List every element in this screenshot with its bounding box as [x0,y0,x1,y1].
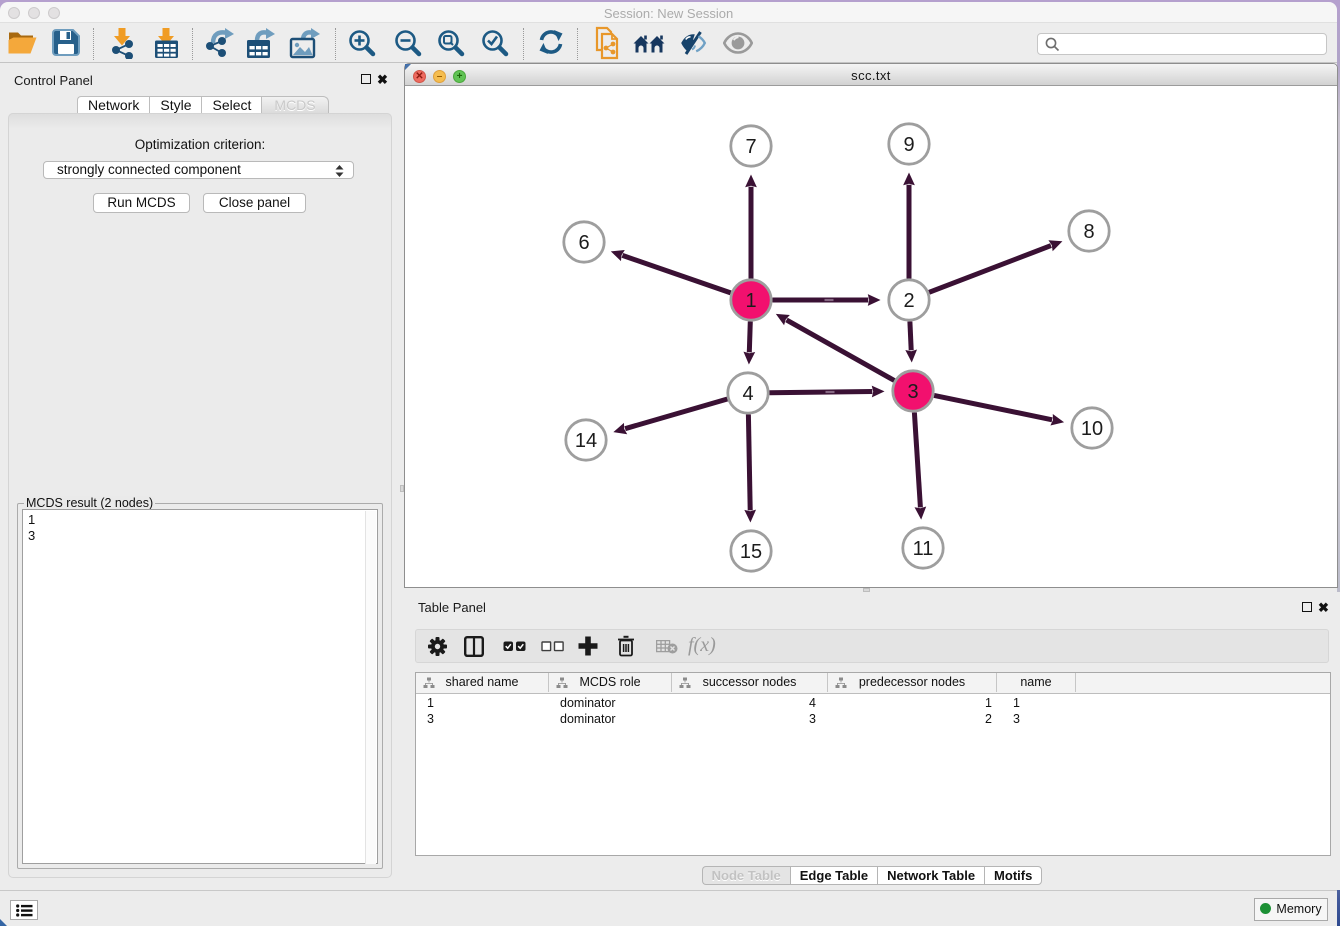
svg-text:10: 10 [1081,418,1103,440]
svg-text:3: 3 [907,381,918,403]
svg-text:15: 15 [740,541,762,563]
svg-text:14: 14 [575,430,597,452]
svg-text:7: 7 [745,136,756,158]
svg-text:6: 6 [578,232,589,254]
svg-text:1: 1 [745,290,756,312]
svg-text:8: 8 [1083,221,1094,243]
svg-text:4: 4 [742,383,753,405]
svg-text:11: 11 [913,538,934,560]
svg-text:9: 9 [903,134,914,156]
svg-text:2: 2 [903,290,914,312]
